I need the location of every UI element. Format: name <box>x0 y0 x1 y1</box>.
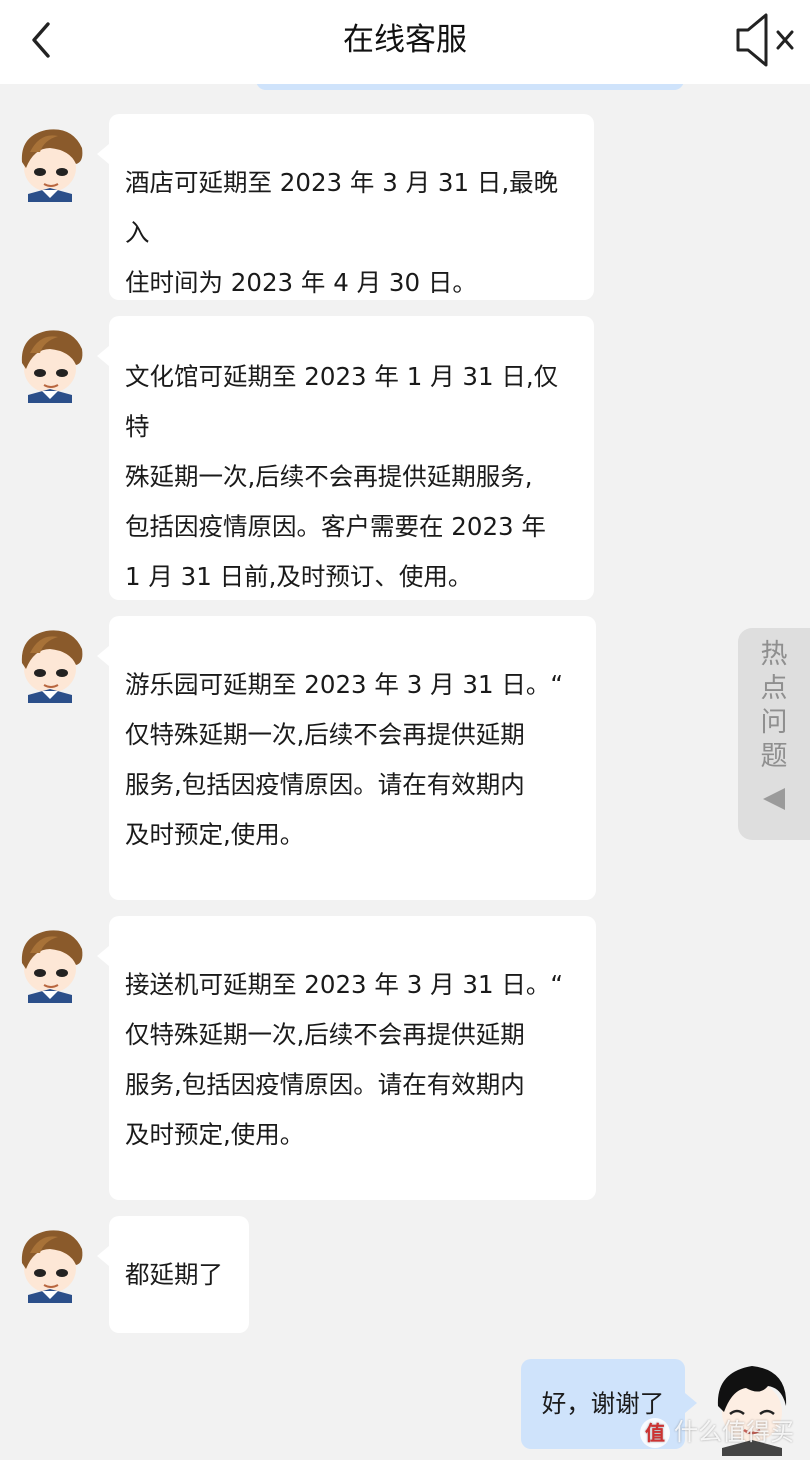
agent-avatar <box>10 923 90 1003</box>
page-title: 在线客服 <box>343 22 467 58</box>
watermark-text: 什么值得买 <box>674 1418 794 1446</box>
agent-avatar <box>10 323 90 403</box>
message-line: 及时预定,使用。 <box>125 820 305 849</box>
message-line: 及时预定,使用。 <box>125 1120 305 1149</box>
hot-questions-char: 热 <box>760 639 788 670</box>
agent-message-bubble: 游乐园可延期至 2023 年 3 月 31 日。“ 仅特殊延期一次,后续不会再提… <box>97 616 596 900</box>
hot-questions-char: 问 <box>760 707 788 738</box>
chevron-left-icon <box>32 22 50 58</box>
message-line: 文化馆可延期至 2023 年 1 月 31 日,仅特 <box>125 362 559 441</box>
agent-message-bubble: 文化馆可延期至 2023 年 1 月 31 日,仅特 殊延期一次,后续不会再提供… <box>97 316 594 600</box>
message-line: 仅特殊延期一次,后续不会再提供延期 <box>125 1020 525 1049</box>
message-line: 殊延期一次,后续不会再提供延期服务, <box>125 462 533 491</box>
agent-avatar <box>10 122 90 202</box>
agent-message-bubble: 酒店可延期至 2023 年 3 月 31 日,最晚入 住时间为 2023 年 4… <box>97 114 594 300</box>
agent-avatar <box>10 1223 90 1303</box>
message-line: 1 月 31 日前,及时预订、使用。 <box>125 562 473 591</box>
agent-message-bubble: 接送机可延期至 2023 年 3 月 31 日。“ 仅特殊延期一次,后续不会再提… <box>97 916 596 1200</box>
agent-avatar <box>10 623 90 703</box>
message-line: 接送机可延期至 2023 年 3 月 31 日。“ <box>125 970 564 999</box>
message-line: 游乐园可延期至 2023 年 3 月 31 日。“ <box>125 670 564 699</box>
message-line: 服务,包括因疫情原因。请在有效期内 <box>125 1070 525 1099</box>
back-button[interactable] <box>22 20 62 60</box>
hot-questions-label[interactable]: 热 点 问 题 <box>758 638 790 774</box>
message-line: 住时间为 2023 年 4 月 30 日。 <box>125 268 477 297</box>
mute-button[interactable] <box>732 10 796 70</box>
hot-questions-char: 题 <box>760 741 788 772</box>
message-line: 仅特殊延期一次,后续不会再提供延期 <box>125 720 525 749</box>
header-bar: 在线客服 <box>0 0 810 84</box>
speaker-mute-icon <box>736 13 794 67</box>
triangle-left-icon[interactable] <box>763 788 785 810</box>
watermark-logo: 值 <box>640 1418 670 1448</box>
agent-message-bubble: 都延期了 <box>97 1216 249 1333</box>
message-line: 包括因疫情原因。客户需要在 2023 年 <box>125 512 546 541</box>
message-line: 酒店可延期至 2023 年 3 月 31 日,最晚入 <box>125 168 559 247</box>
message-line: 服务,包括因疫情原因。请在有效期内 <box>125 770 525 799</box>
watermark: 值什么值得买 <box>640 1408 810 1456</box>
hot-questions-char: 点 <box>760 673 788 704</box>
message-line: 都延期了 <box>125 1260 223 1289</box>
